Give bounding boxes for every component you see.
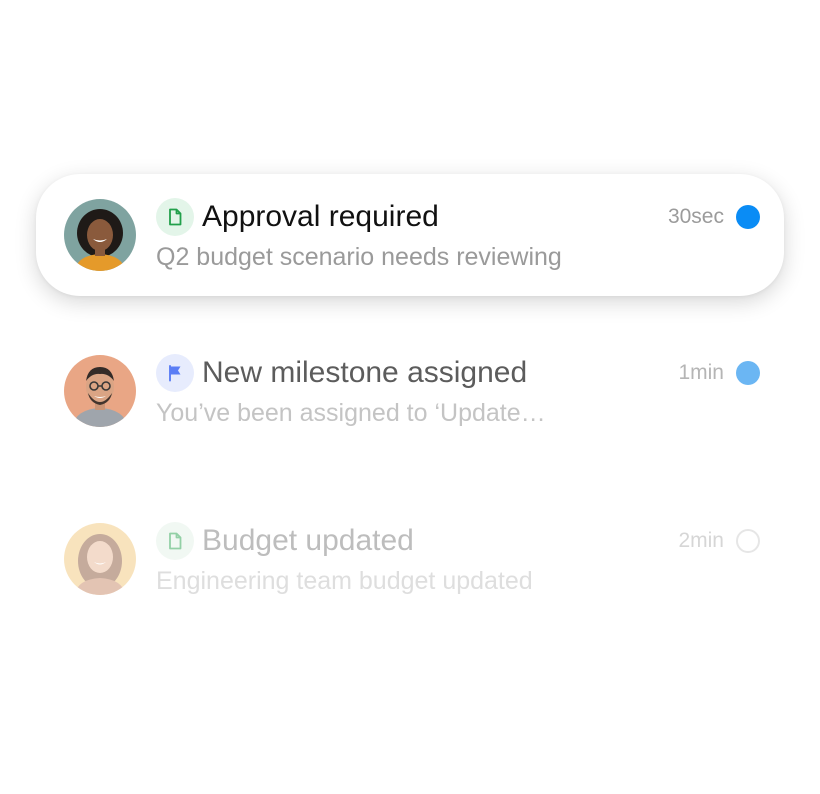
notification-title: New milestone assigned bbox=[202, 356, 528, 389]
notification-time: 2min bbox=[678, 529, 724, 552]
type-badge bbox=[156, 354, 194, 392]
flag-icon bbox=[169, 365, 181, 382]
notification-title: Approval required bbox=[202, 200, 439, 233]
notification-title: Budget updated bbox=[202, 524, 414, 557]
avatar bbox=[64, 355, 136, 427]
notification-body: You’ve been assigned to ‘Update… bbox=[156, 399, 546, 427]
type-badge bbox=[156, 198, 194, 236]
notification-item[interactable]: Budget updated 2min Engineering team bud… bbox=[36, 498, 784, 620]
notification-item[interactable]: New milestone assigned 1min You’ve been … bbox=[36, 330, 784, 452]
notification-item[interactable]: Approval required 30sec Q2 budget scenar… bbox=[36, 174, 784, 296]
type-badge bbox=[156, 522, 194, 560]
read-indicator bbox=[736, 529, 760, 553]
avatar-image bbox=[64, 523, 136, 595]
notification-body: Q2 budget scenario needs reviewing bbox=[156, 243, 562, 271]
avatar bbox=[64, 523, 136, 595]
avatar-image bbox=[64, 355, 136, 427]
notification-list: Approval required 30sec Q2 budget scenar… bbox=[0, 0, 820, 794]
avatar bbox=[64, 199, 136, 271]
unread-indicator bbox=[736, 205, 760, 229]
unread-indicator bbox=[736, 361, 760, 385]
notification-body: Engineering team budget updated bbox=[156, 567, 533, 595]
notification-time: 1min bbox=[678, 361, 724, 384]
document-icon bbox=[169, 532, 182, 550]
notification-time: 30sec bbox=[667, 205, 724, 228]
document-icon bbox=[169, 208, 182, 226]
avatar-image bbox=[64, 199, 136, 271]
